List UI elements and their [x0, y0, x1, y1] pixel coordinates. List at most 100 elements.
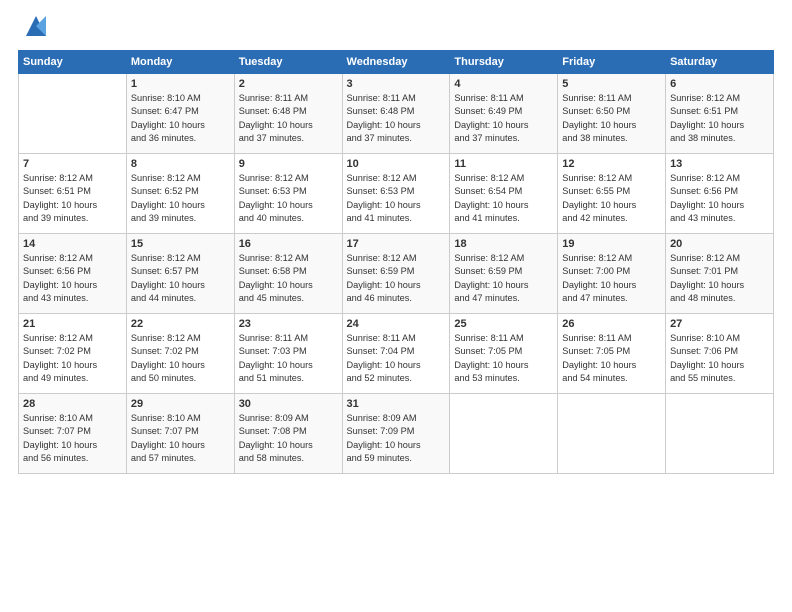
- week-row-1: 1 Sunrise: 8:10 AMSunset: 6:47 PMDaylight…: [19, 74, 774, 154]
- day-number: 25: [454, 318, 553, 330]
- day-number: 22: [131, 318, 230, 330]
- day-number: 19: [562, 238, 661, 250]
- day-info: Sunrise: 8:12 AMSunset: 6:54 PMDaylight:…: [454, 172, 553, 225]
- day-number: 11: [454, 158, 553, 170]
- day-info: Sunrise: 8:12 AMSunset: 7:02 PMDaylight:…: [23, 332, 122, 385]
- day-number: 12: [562, 158, 661, 170]
- col-header-tuesday: Tuesday: [234, 51, 342, 74]
- day-number: 5: [562, 78, 661, 90]
- day-cell: 26Sunrise: 8:11 AMSunset: 7:05 PMDayligh…: [558, 314, 666, 394]
- day-cell: 27 Sunrise: 8:10 AMSunset: 7:06 PMDayligh…: [666, 314, 774, 394]
- day-number: 2: [239, 78, 338, 90]
- day-number: 10: [347, 158, 446, 170]
- day-info: Sunrise: 8:11 AMSunset: 6:48 PMDaylight:…: [239, 92, 338, 145]
- day-cell: [666, 394, 774, 474]
- week-row-4: 21 Sunrise: 8:12 AMSunset: 7:02 PMDayligh…: [19, 314, 774, 394]
- day-info: Sunrise: 8:12 AMSunset: 6:59 PMDaylight:…: [347, 252, 446, 305]
- day-cell: 15 Sunrise: 8:12 AMSunset: 6:57 PMDayligh…: [126, 234, 234, 314]
- col-header-wednesday: Wednesday: [342, 51, 450, 74]
- col-header-sunday: Sunday: [19, 51, 127, 74]
- day-cell: [450, 394, 558, 474]
- col-header-saturday: Saturday: [666, 51, 774, 74]
- day-info: Sunrise: 8:12 AMSunset: 6:51 PMDaylight:…: [670, 92, 769, 145]
- day-cell: 2 Sunrise: 8:11 AMSunset: 6:48 PMDaylight…: [234, 74, 342, 154]
- day-cell: 13Sunrise: 8:12 AMSunset: 6:56 PMDayligh…: [666, 154, 774, 234]
- day-cell: 5Sunrise: 8:11 AMSunset: 6:50 PMDaylight…: [558, 74, 666, 154]
- col-header-friday: Friday: [558, 51, 666, 74]
- logo: [18, 16, 50, 40]
- day-number: 16: [239, 238, 338, 250]
- day-cell: [19, 74, 127, 154]
- day-cell: 14Sunrise: 8:12 AMSunset: 6:56 PMDayligh…: [19, 234, 127, 314]
- day-number: 24: [347, 318, 446, 330]
- day-cell: 30 Sunrise: 8:09 AMSunset: 7:08 PMDayligh…: [234, 394, 342, 474]
- day-number: 27: [670, 318, 769, 330]
- day-info: Sunrise: 8:12 AMSunset: 6:59 PMDaylight:…: [454, 252, 553, 305]
- day-info: Sunrise: 8:09 AMSunset: 7:08 PMDaylight:…: [239, 412, 338, 465]
- day-cell: 3Sunrise: 8:11 AMSunset: 6:48 PMDaylight…: [342, 74, 450, 154]
- calendar-table: SundayMondayTuesdayWednesdayThursdayFrid…: [18, 50, 774, 474]
- day-number: 8: [131, 158, 230, 170]
- day-cell: 29 Sunrise: 8:10 AMSunset: 7:07 PMDayligh…: [126, 394, 234, 474]
- day-number: 18: [454, 238, 553, 250]
- day-info: Sunrise: 8:10 AMSunset: 6:47 PMDaylight:…: [131, 92, 230, 145]
- day-info: Sunrise: 8:12 AMSunset: 6:53 PMDaylight:…: [239, 172, 338, 225]
- day-number: 1: [131, 78, 230, 90]
- day-cell: 31Sunrise: 8:09 AMSunset: 7:09 PMDayligh…: [342, 394, 450, 474]
- day-cell: 10Sunrise: 8:12 AMSunset: 6:53 PMDayligh…: [342, 154, 450, 234]
- day-cell: 7 Sunrise: 8:12 AMSunset: 6:51 PMDaylight…: [19, 154, 127, 234]
- day-info: Sunrise: 8:12 AMSunset: 7:01 PMDaylight:…: [670, 252, 769, 305]
- day-cell: 18 Sunrise: 8:12 AMSunset: 6:59 PMDayligh…: [450, 234, 558, 314]
- day-cell: 1 Sunrise: 8:10 AMSunset: 6:47 PMDaylight…: [126, 74, 234, 154]
- col-header-thursday: Thursday: [450, 51, 558, 74]
- header: [18, 16, 774, 40]
- day-info: Sunrise: 8:12 AMSunset: 6:58 PMDaylight:…: [239, 252, 338, 305]
- day-cell: 23 Sunrise: 8:11 AMSunset: 7:03 PMDayligh…: [234, 314, 342, 394]
- day-info: Sunrise: 8:11 AMSunset: 7:03 PMDaylight:…: [239, 332, 338, 385]
- day-info: Sunrise: 8:12 AMSunset: 6:56 PMDaylight:…: [670, 172, 769, 225]
- day-number: 30: [239, 398, 338, 410]
- day-info: Sunrise: 8:12 AMSunset: 6:51 PMDaylight:…: [23, 172, 122, 225]
- day-info: Sunrise: 8:12 AMSunset: 6:55 PMDaylight:…: [562, 172, 661, 225]
- logo-icon: [22, 12, 50, 40]
- day-cell: 11 Sunrise: 8:12 AMSunset: 6:54 PMDayligh…: [450, 154, 558, 234]
- day-number: 7: [23, 158, 122, 170]
- header-row: SundayMondayTuesdayWednesdayThursdayFrid…: [19, 51, 774, 74]
- day-info: Sunrise: 8:11 AMSunset: 7:04 PMDaylight:…: [347, 332, 446, 385]
- day-number: 31: [347, 398, 446, 410]
- day-cell: 24 Sunrise: 8:11 AMSunset: 7:04 PMDayligh…: [342, 314, 450, 394]
- col-header-monday: Monday: [126, 51, 234, 74]
- day-info: Sunrise: 8:10 AMSunset: 7:07 PMDaylight:…: [23, 412, 122, 465]
- day-info: Sunrise: 8:11 AMSunset: 6:49 PMDaylight:…: [454, 92, 553, 145]
- day-number: 6: [670, 78, 769, 90]
- day-cell: 16 Sunrise: 8:12 AMSunset: 6:58 PMDayligh…: [234, 234, 342, 314]
- day-number: 17: [347, 238, 446, 250]
- day-info: Sunrise: 8:12 AMSunset: 6:57 PMDaylight:…: [131, 252, 230, 305]
- day-cell: 20 Sunrise: 8:12 AMSunset: 7:01 PMDayligh…: [666, 234, 774, 314]
- day-cell: 28Sunrise: 8:10 AMSunset: 7:07 PMDayligh…: [19, 394, 127, 474]
- day-cell: 9 Sunrise: 8:12 AMSunset: 6:53 PMDaylight…: [234, 154, 342, 234]
- day-number: 23: [239, 318, 338, 330]
- day-cell: 22Sunrise: 8:12 AMSunset: 7:02 PMDayligh…: [126, 314, 234, 394]
- day-cell: 17 Sunrise: 8:12 AMSunset: 6:59 PMDayligh…: [342, 234, 450, 314]
- day-number: 15: [131, 238, 230, 250]
- day-cell: 4Sunrise: 8:11 AMSunset: 6:49 PMDaylight…: [450, 74, 558, 154]
- day-cell: 25 Sunrise: 8:11 AMSunset: 7:05 PMDayligh…: [450, 314, 558, 394]
- day-info: Sunrise: 8:10 AMSunset: 7:06 PMDaylight:…: [670, 332, 769, 385]
- day-cell: 6 Sunrise: 8:12 AMSunset: 6:51 PMDaylight…: [666, 74, 774, 154]
- day-info: Sunrise: 8:10 AMSunset: 7:07 PMDaylight:…: [131, 412, 230, 465]
- day-info: Sunrise: 8:12 AMSunset: 7:00 PMDaylight:…: [562, 252, 661, 305]
- day-number: 9: [239, 158, 338, 170]
- day-number: 20: [670, 238, 769, 250]
- week-row-2: 7 Sunrise: 8:12 AMSunset: 6:51 PMDaylight…: [19, 154, 774, 234]
- day-info: Sunrise: 8:11 AMSunset: 6:48 PMDaylight:…: [347, 92, 446, 145]
- day-cell: 21 Sunrise: 8:12 AMSunset: 7:02 PMDayligh…: [19, 314, 127, 394]
- day-info: Sunrise: 8:12 AMSunset: 6:56 PMDaylight:…: [23, 252, 122, 305]
- calendar-page: SundayMondayTuesdayWednesdayThursdayFrid…: [0, 0, 792, 612]
- day-number: 21: [23, 318, 122, 330]
- day-number: 26: [562, 318, 661, 330]
- day-number: 29: [131, 398, 230, 410]
- day-info: Sunrise: 8:11 AMSunset: 7:05 PMDaylight:…: [454, 332, 553, 385]
- week-row-3: 14Sunrise: 8:12 AMSunset: 6:56 PMDayligh…: [19, 234, 774, 314]
- day-cell: 8Sunrise: 8:12 AMSunset: 6:52 PMDaylight…: [126, 154, 234, 234]
